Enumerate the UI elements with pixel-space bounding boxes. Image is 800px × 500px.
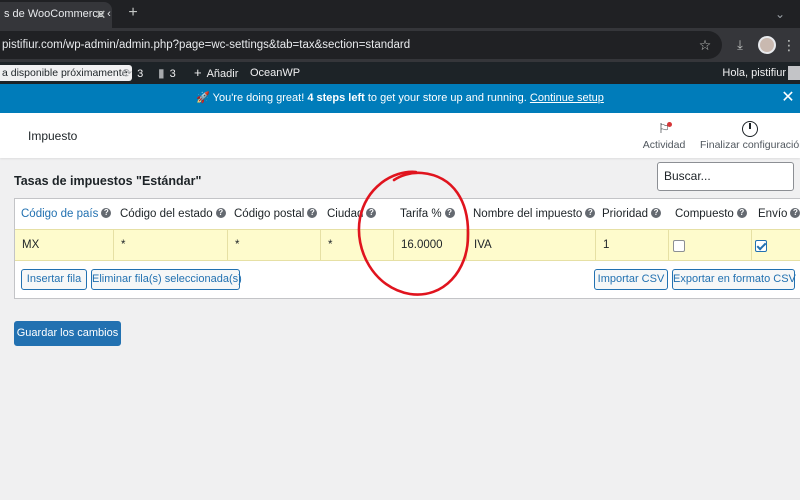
banner-text: to get your store up and running. [367,92,527,104]
add-new-item[interactable]: + Añadir [194,62,238,84]
compound-checkbox[interactable] [673,240,685,252]
tax-name-cell[interactable]: IVA [466,229,595,261]
comments-item[interactable]: ▮ 3 [158,62,176,84]
city-cell[interactable]: * [320,229,393,261]
column-label: Código del estado [120,208,213,220]
export-csv-button[interactable]: Exportar en formato CSV [672,269,796,290]
help-icon[interactable]: ? [444,207,455,218]
insert-row-button[interactable]: Insertar fila [21,269,87,290]
help-icon[interactable]: ? [736,207,747,218]
refresh-icon: ⟳ [122,66,133,80]
browser-toolbar: pistifiur.com/wp-admin/admin.php?page=wc… [0,28,800,62]
banner-steps: 4 steps left [307,92,365,104]
column-label: Prioridad [602,208,649,220]
search-input[interactable]: Buscar... [657,162,794,191]
import-csv-button[interactable]: Importar CSV [594,269,668,290]
avatar[interactable] [788,66,800,80]
close-icon[interactable]: ✕ [780,90,796,106]
account-greeting[interactable]: Hola, pistifiur [722,62,786,84]
state-cell[interactable]: * [113,229,227,261]
close-icon[interactable]: ✕ [92,6,110,24]
column-header-city: Ciudad? [327,205,377,223]
address-bar[interactable]: pistifiur.com/wp-admin/admin.php?page=wc… [0,31,722,59]
url-text: pistifiur.com/wp-admin/admin.php?page=wc… [2,39,411,51]
priority-cell[interactable]: 1 [595,229,668,261]
column-label: Nombre del impuesto [473,208,583,220]
maintenance-notice[interactable]: a disponible próximamente [0,65,132,81]
help-icon[interactable]: ? [790,207,800,218]
country-cell[interactable]: MX [15,229,113,261]
column-header-priority: Prioridad? [602,205,662,223]
rate-cell[interactable]: 16.0000 [393,229,466,261]
shipping-checkbox[interactable] [755,240,767,252]
postcode-cell[interactable]: * [227,229,320,261]
menu-kebab-icon[interactable]: ⋮ [782,36,796,54]
help-icon[interactable]: ? [651,207,662,218]
comment-icon: ▮ [158,66,165,80]
column-header-tax-name: Nombre del impuesto? [473,205,596,223]
help-icon[interactable]: ? [307,207,318,218]
updates-count: 3 [137,68,144,80]
section-title: Tasas de impuestos "Estándar" [14,174,202,188]
theme-menu-item[interactable]: OceanWP [250,62,300,84]
column-header-postcode: Código postal? [234,205,318,223]
comments-count: 3 [169,68,176,80]
help-icon[interactable]: ? [215,207,226,218]
new-tab-icon[interactable]: + [124,4,142,22]
column-header-state: Código del estado? [120,205,226,223]
help-icon[interactable]: ? [585,207,596,218]
delete-rows-button[interactable]: Eliminar fila(s) seleccionada(s) [91,269,242,290]
column-header-rate: Tarifa %? [400,205,455,223]
column-header-country[interactable]: Código de país? [21,205,112,223]
column-label: Código postal [234,208,305,220]
wp-admin-bar: a disponible próximamente ⟳ 3 ▮ 3 + Añadir … [0,62,800,84]
tab-search-icon[interactable]: ⌄ [772,6,788,22]
add-new-label: Añadir [206,68,239,80]
woocommerce-header: Impuesto ⚐ Actividad Finalizar configura… [0,113,800,158]
plus-icon: + [194,65,202,80]
banner-lead: 🚀 You're doing great! [196,92,305,104]
save-changes-button[interactable]: Guardar los cambios [14,321,121,346]
page-title: Impuesto [28,129,78,143]
finish-setup-label: Finalizar configuración [700,139,800,151]
flag-icon: ⚐ [636,121,692,139]
updates-item[interactable]: ⟳ 3 [122,62,143,84]
finish-setup-button[interactable]: Finalizar configuración [700,121,800,151]
column-header-compound: Compuesto? [675,205,747,223]
progress-ring-icon [742,121,758,137]
column-label: Tarifa % [400,208,442,220]
help-icon[interactable]: ? [101,207,112,218]
help-icon[interactable]: ? [366,207,377,218]
download-icon[interactable]: ⤓ [732,37,748,53]
setup-banner: 🚀 You're doing great! 4 steps left to ge… [0,84,800,113]
column-label: Ciudad [327,208,364,220]
column-label: Código de país [21,208,99,220]
column-label: Compuesto [675,208,734,220]
activity-label: Actividad [642,139,686,151]
continue-setup-link[interactable]: Continue setup [530,92,604,104]
column-label: Envío [758,208,788,220]
column-header-shipping: Envío? [758,205,800,223]
browser-tab-bar: s de WooCommerce ‹ ✕ + ⌄ [0,0,800,28]
notification-dot [667,122,672,127]
browser-tab[interactable]: s de WooCommerce ‹ ✕ [0,2,112,28]
bookmark-star-icon[interactable]: ☆ [696,36,714,54]
profile-avatar[interactable] [758,36,776,54]
activity-button[interactable]: ⚐ Actividad [636,121,692,151]
